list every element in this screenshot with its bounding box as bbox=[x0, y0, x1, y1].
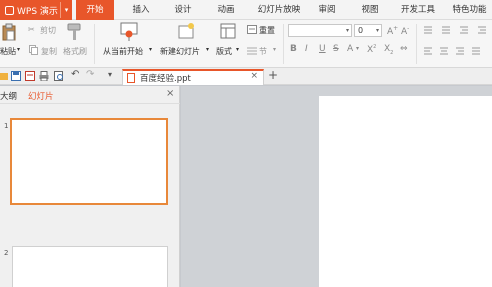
new-slide-icon[interactable] bbox=[177, 22, 195, 42]
chevron-down-icon[interactable]: ▾ bbox=[236, 46, 239, 53]
format-painter-icon[interactable] bbox=[66, 23, 82, 41]
format-painter-button[interactable]: 格式刷 bbox=[63, 46, 87, 57]
print-preview-icon[interactable] bbox=[54, 71, 64, 81]
reset-icon[interactable] bbox=[247, 25, 257, 34]
tab-slides[interactable]: 幻灯片 bbox=[28, 90, 54, 102]
layout-button[interactable]: 版式 bbox=[216, 46, 232, 57]
new-tab-button[interactable]: + bbox=[268, 68, 278, 82]
slide-editor-canvas bbox=[181, 86, 492, 287]
section-icon[interactable] bbox=[247, 46, 257, 55]
quick-access-bar: ↶ ↷ ▾ 百度经验.ppt × + bbox=[0, 68, 492, 85]
font-name-select[interactable]: ▾ bbox=[288, 24, 352, 37]
customize-toolbar-icon[interactable]: ▾ bbox=[108, 70, 118, 80]
tab-insert[interactable]: 插入 bbox=[126, 0, 156, 20]
divider bbox=[283, 24, 284, 64]
tab-outline[interactable]: 大纲 bbox=[0, 90, 17, 102]
ppt-file-icon bbox=[127, 73, 135, 83]
superscript-icon[interactable]: X2 bbox=[367, 44, 376, 55]
shrink-font-icon[interactable]: A- bbox=[401, 25, 409, 37]
slide-thumbnail-1[interactable] bbox=[10, 118, 168, 205]
copy-button[interactable]: 复制 bbox=[41, 46, 57, 57]
print-icon[interactable] bbox=[39, 71, 49, 81]
char-spacing-icon[interactable]: ⇔ bbox=[400, 44, 408, 54]
divider bbox=[416, 24, 417, 64]
current-slide[interactable] bbox=[319, 96, 492, 287]
tab-review[interactable]: 审阅 bbox=[312, 0, 342, 20]
document-name: 百度经验.ppt bbox=[140, 74, 191, 84]
from-current-button[interactable]: 从当前开始 bbox=[103, 46, 143, 57]
tab-developer[interactable]: 开发工具 bbox=[396, 0, 440, 20]
divider bbox=[94, 24, 95, 64]
font-color-icon[interactable]: A bbox=[347, 44, 353, 54]
export-pdf-icon[interactable] bbox=[25, 71, 35, 81]
chevron-down-icon[interactable]: ▾ bbox=[17, 46, 20, 53]
save-icon[interactable] bbox=[11, 71, 21, 81]
tab-design[interactable]: 设计 bbox=[168, 0, 198, 20]
cut-button[interactable]: 剪切 bbox=[40, 25, 56, 36]
strikethrough-button[interactable]: S bbox=[333, 44, 339, 54]
panel-header: 大纲 幻灯片 × bbox=[0, 86, 180, 104]
paste-icon[interactable] bbox=[2, 23, 16, 41]
slide-number: 1 bbox=[4, 122, 9, 130]
copy-icon[interactable] bbox=[29, 45, 38, 55]
slide-number: 2 bbox=[4, 249, 9, 257]
underline-button[interactable]: U bbox=[319, 44, 326, 54]
wps-logo-icon bbox=[5, 5, 14, 15]
list-icons-row bbox=[424, 26, 486, 34]
tab-view[interactable]: 视图 bbox=[355, 0, 385, 20]
subscript-icon[interactable]: X2 bbox=[384, 44, 393, 56]
chevron-down-icon: ▾ bbox=[375, 27, 379, 34]
font-size-value: 0 bbox=[358, 26, 364, 35]
align-icons-row bbox=[424, 47, 480, 55]
app-name: WPS 演示 bbox=[17, 6, 58, 17]
reset-button[interactable]: 重置 bbox=[259, 25, 275, 36]
chevron-down-icon[interactable]: ▾ bbox=[356, 45, 359, 52]
new-slide-button[interactable]: 新建幻灯片 bbox=[160, 46, 200, 57]
chevron-down-icon[interactable]: ▾ bbox=[149, 46, 152, 53]
italic-button[interactable]: I bbox=[305, 44, 308, 54]
ribbon-toolbar: 粘贴 ▾ ✂ 剪切 复制 格式刷 从当前开始 ▾ 新建幻灯片 ▾ 版式 ▾ 重置 bbox=[0, 20, 492, 68]
paste-button[interactable]: 粘贴 bbox=[0, 46, 16, 57]
tab-home[interactable]: 开始 bbox=[76, 0, 114, 20]
scissors-icon[interactable]: ✂ bbox=[28, 25, 35, 34]
undo-icon[interactable]: ↶ bbox=[71, 69, 81, 80]
chevron-down-icon[interactable]: ▾ bbox=[60, 2, 72, 18]
layout-icon[interactable] bbox=[220, 23, 236, 39]
slide-thumbnail-2[interactable] bbox=[12, 246, 168, 287]
folder-icon[interactable] bbox=[0, 71, 10, 81]
projector-icon[interactable] bbox=[120, 22, 138, 42]
bold-button[interactable]: B bbox=[290, 44, 297, 54]
document-tab[interactable]: 百度经验.ppt × bbox=[122, 69, 264, 85]
close-tab-button[interactable]: × bbox=[250, 71, 258, 81]
chevron-down-icon[interactable]: ▾ bbox=[206, 46, 209, 53]
slides-panel: 大纲 幻灯片 × 1 2 bbox=[0, 86, 180, 287]
chevron-down-icon: ▾ bbox=[345, 27, 349, 34]
font-size-select[interactable]: 0 ▾ bbox=[354, 24, 382, 37]
redo-icon[interactable]: ↷ bbox=[86, 69, 96, 80]
tab-animation[interactable]: 动画 bbox=[211, 0, 241, 20]
grow-font-icon[interactable]: A+ bbox=[387, 25, 398, 37]
section-button[interactable]: 节 bbox=[259, 46, 267, 57]
wps-app-menu-button[interactable]: WPS 演示 ▾ bbox=[0, 0, 72, 20]
tab-features[interactable]: 特色功能 bbox=[447, 0, 492, 20]
menu-bar: WPS 演示 ▾ 开始 插入 设计 动画 幻灯片放映 审阅 视图 开发工具 特色… bbox=[0, 0, 492, 20]
chevron-down-icon[interactable]: ▾ bbox=[273, 46, 276, 53]
close-panel-button[interactable]: × bbox=[166, 88, 174, 99]
tab-slideshow[interactable]: 幻灯片放映 bbox=[252, 0, 306, 20]
